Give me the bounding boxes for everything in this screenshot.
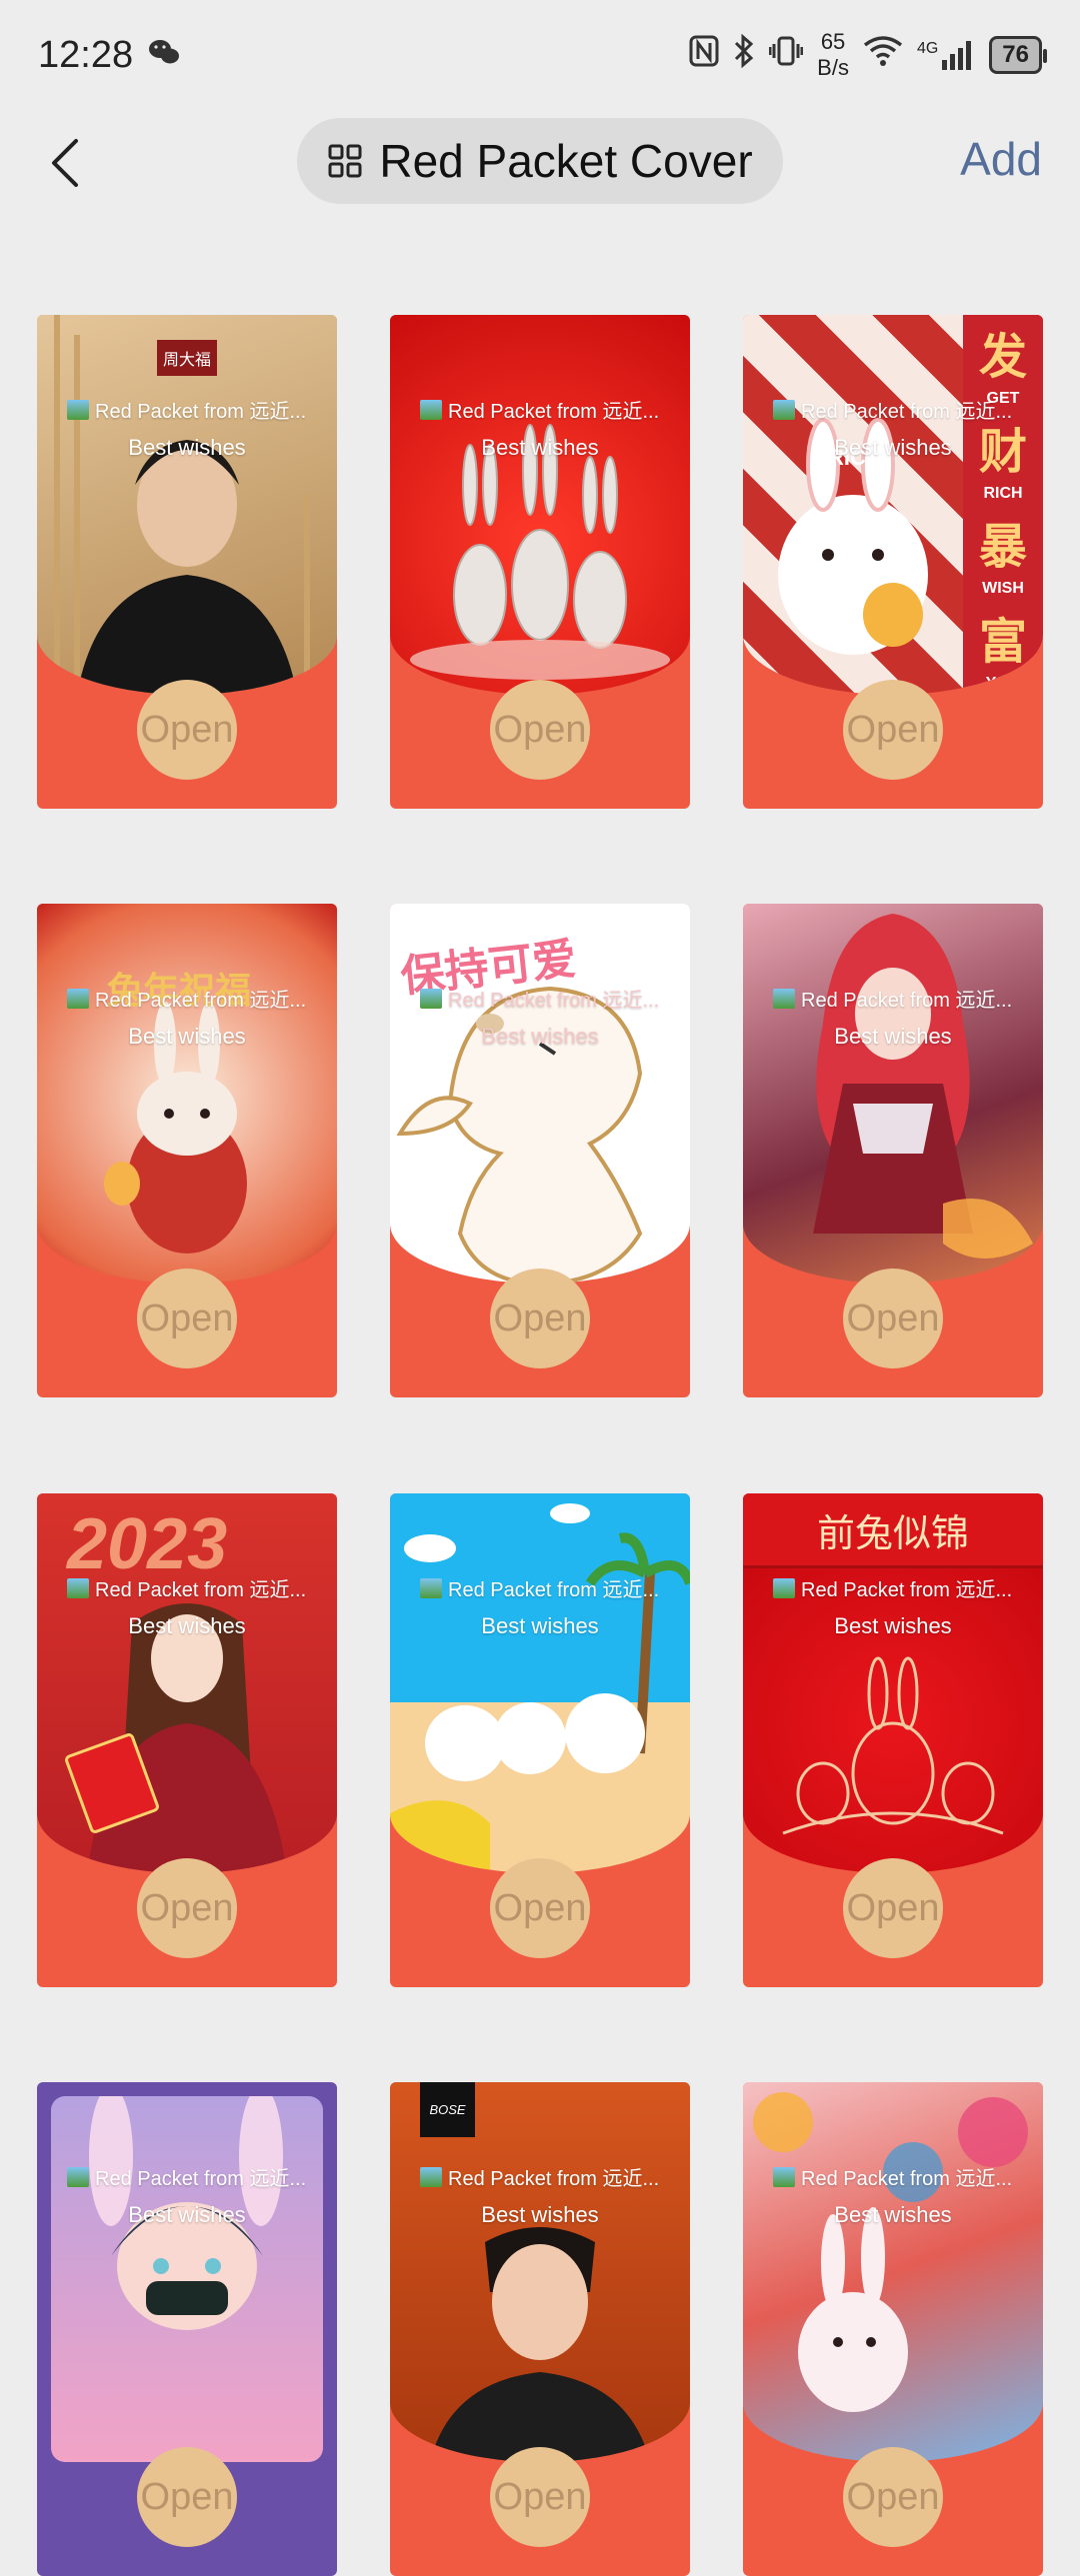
cover-card[interactable]: 2023 Red Packet from 远近... Best wishes O… <box>37 1493 337 1987</box>
cover-card[interactable]: 发 GET 财 RICH 暴 WISH 富 YOU RICH Red Packe… <box>743 315 1043 809</box>
sender-label: Red Packet from 远近... <box>773 395 1023 424</box>
cover-art <box>51 2096 323 2462</box>
sender-label: Red Packet from 远近... <box>420 395 670 424</box>
wish-label: Best wishes <box>128 2202 246 2227</box>
wish-label: Best wishes <box>481 2202 599 2227</box>
cover-art: 周大福 <box>37 315 337 695</box>
open-button[interactable]: Open <box>137 2447 237 2547</box>
cover-card[interactable]: Red Packet from 远近... Best wishes Open <box>390 315 690 809</box>
wish-label: Best wishes <box>834 2202 952 2227</box>
cover-art <box>743 2082 1043 2462</box>
cover-art: 保持可爱 <box>390 904 690 1284</box>
sender-avatar <box>67 399 89 420</box>
wish-label: Best wishes <box>481 1024 599 1049</box>
sender-label: Red Packet from 远近... <box>420 984 670 1013</box>
cover-card[interactable]: Red Packet from 远近... Best wishes Open <box>743 904 1043 1397</box>
sender-avatar <box>773 2166 795 2187</box>
open-button[interactable]: Open <box>843 2447 943 2547</box>
sender-label: Red Packet from 远近... <box>773 1573 1023 1602</box>
open-button[interactable]: Open <box>490 1858 590 1958</box>
wish-label: Best wishes <box>128 435 246 460</box>
sender-avatar <box>773 988 795 1009</box>
sender-label: Red Packet from 远近... <box>420 1573 670 1602</box>
sender-avatar <box>67 1577 89 1598</box>
sender-avatar <box>67 988 89 1009</box>
sender-label: Red Packet from 远近... <box>67 984 317 1013</box>
cover-card[interactable]: Red Packet from 远近... Best wishes Open <box>390 1493 690 1987</box>
sender-avatar <box>773 1577 795 1598</box>
sender-avatar <box>773 399 795 420</box>
wish-label: Best wishes <box>834 435 952 460</box>
wish-label: Best wishes <box>834 1024 952 1049</box>
sender-avatar <box>420 2166 442 2187</box>
cover-art <box>743 904 1043 1284</box>
sender-label: Red Packet from 远近... <box>773 2162 1023 2191</box>
cover-art: BOSE <box>390 2082 690 2462</box>
cover-card[interactable]: 周大福 Red Packet from 远近... Best wishes Op… <box>37 315 337 809</box>
sender-label: Red Packet from 远近... <box>67 1573 317 1602</box>
sender-label: Red Packet from 远近... <box>67 395 317 424</box>
cover-art: 兔年祝福 <box>37 904 337 1284</box>
open-button[interactable]: Open <box>843 1269 943 1368</box>
sender-label: Red Packet from 远近... <box>67 2162 317 2191</box>
cover-card[interactable]: Red Packet from 远近... Best wishes Open <box>37 2082 337 2576</box>
open-button[interactable]: Open <box>490 1269 590 1368</box>
open-button[interactable]: Open <box>490 2447 590 2547</box>
sender-avatar <box>420 988 442 1009</box>
ribbon-banner: 前兔似锦 <box>743 1493 1043 1568</box>
sender-avatar <box>420 399 442 420</box>
open-button[interactable]: Open <box>137 1858 237 1958</box>
cover-art <box>390 315 690 695</box>
wish-label: Best wishes <box>128 1024 246 1049</box>
wish-label: Best wishes <box>128 1613 246 1638</box>
wish-label: Best wishes <box>481 1613 599 1638</box>
wish-label: Best wishes <box>834 1613 952 1638</box>
sender-label: Red Packet from 远近... <box>773 984 1023 1013</box>
sender-avatar <box>67 2166 89 2187</box>
brand-logo: 周大福 <box>157 340 217 376</box>
cover-card[interactable]: BOSE Red Packet from 远近... Best wishes O… <box>390 2082 690 2576</box>
cover-art: 发 GET 财 RICH 暴 WISH 富 YOU RICH <box>743 315 1043 695</box>
cover-art <box>390 1493 690 1873</box>
cover-grid: 周大福 Red Packet from 远近... Best wishes Op… <box>0 0 1080 2576</box>
sender-label: Red Packet from 远近... <box>420 2162 670 2191</box>
cover-card[interactable]: 前兔似锦 Red Packet from 远近... Best wishes O… <box>743 1493 1043 1987</box>
open-button[interactable]: Open <box>137 1269 237 1368</box>
cover-art: 2023 <box>37 1493 337 1873</box>
open-button[interactable]: Open <box>490 680 590 780</box>
cover-card[interactable]: Red Packet from 远近... Best wishes Open <box>743 2082 1043 2576</box>
brand-logo: BOSE <box>420 2082 475 2137</box>
cover-card[interactable]: 兔年祝福 Red Packet from 远近... Best wishes O… <box>37 904 337 1397</box>
wish-label: Best wishes <box>481 435 599 460</box>
side-banner: 发 GET 财 RICH 暴 WISH 富 YOU <box>963 315 1043 695</box>
open-button[interactable]: Open <box>843 680 943 780</box>
sender-avatar <box>420 1577 442 1598</box>
open-button[interactable]: Open <box>843 1858 943 1958</box>
open-button[interactable]: Open <box>137 680 237 780</box>
cover-card[interactable]: 保持可爱 Red Packet from 远近... Best wishes O… <box>390 904 690 1397</box>
